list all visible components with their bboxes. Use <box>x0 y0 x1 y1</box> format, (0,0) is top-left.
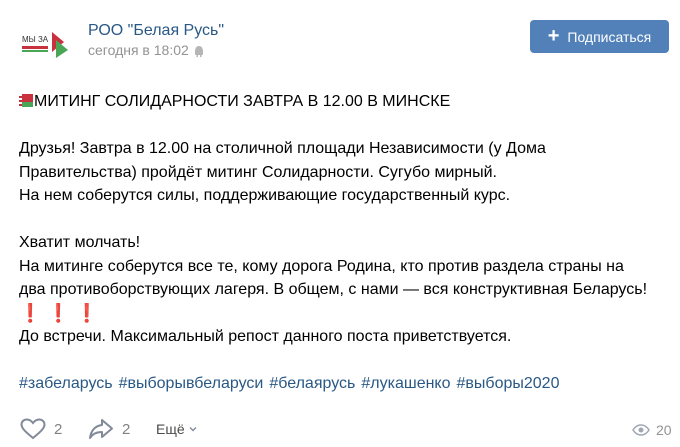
hashtag-link[interactable]: #выборы2020 <box>457 372 560 396</box>
android-icon <box>193 44 205 57</box>
plus-icon: + <box>547 24 560 47</box>
paragraph-line: На митинге соберутся все те, кому дорога… <box>19 257 624 275</box>
hashtag-link[interactable]: #лукашенко <box>361 372 450 396</box>
post-text: МИТИНГ СОЛИДАРНОСТИ ЗАВТРА В 12.00 В МИН… <box>19 90 674 396</box>
hashtag-link[interactable]: #белаярусь <box>269 372 355 396</box>
more-label: Ещё <box>156 421 185 437</box>
like-count: 2 <box>54 420 63 438</box>
post-footer: 2 2 Ещё 20 <box>0 410 680 447</box>
hashtag-link[interactable]: #выборывбеларуси <box>119 372 264 396</box>
share-arrow-icon <box>89 419 113 439</box>
post-time-text: сегодня в 18:02 <box>88 42 189 58</box>
closing-line: До встречи. Максимальный репост данного … <box>19 328 512 345</box>
post-title: МИТИНГ СОЛИДАРНОСТИ ЗАВТРА В 12.00 В МИН… <box>34 93 451 110</box>
paragraph-line: Друзья! Завтра в 12.00 на столичной площ… <box>19 140 546 157</box>
chevron-down-icon <box>189 427 197 432</box>
view-count: 20 <box>656 422 672 438</box>
paragraph-line: Хватит молчать! <box>19 234 141 251</box>
belarus-flag-icon <box>19 94 33 107</box>
like-button[interactable]: 2 <box>20 418 62 440</box>
post-header: МЫ ЗА РОО "Белая Русь" сегодня в 18:02 +… <box>0 0 680 80</box>
share-button[interactable]: 2 <box>88 418 130 440</box>
more-button[interactable]: Ещё <box>156 421 198 437</box>
hashtag-list: #забеларусь #выборывбеларуси #белаярусь … <box>19 372 674 396</box>
eye-icon <box>632 424 650 436</box>
share-count: 2 <box>122 420 131 438</box>
paragraph-line: два противоборствующих лагеря. В общем, … <box>19 281 648 298</box>
group-logo-icon: МЫ ЗА <box>20 26 70 60</box>
view-counter: 20 <box>632 422 672 438</box>
hashtag-link[interactable]: #забеларусь <box>19 372 113 396</box>
post-time[interactable]: сегодня в 18:02 <box>88 42 205 58</box>
subscribe-label: Подписаться <box>567 28 652 45</box>
group-avatar[interactable]: МЫ ЗА <box>20 26 70 60</box>
paragraph-line: На нем соберутся силы, поддерживающие го… <box>19 187 511 204</box>
heart-icon <box>20 418 46 440</box>
post-title-line: МИТИНГ СОЛИДАРНОСТИ ЗАВТРА В 12.00 В МИН… <box>19 90 674 114</box>
group-name-link[interactable]: РОО "Белая Русь" <box>88 22 224 40</box>
subscribe-button[interactable]: + Подписаться <box>530 20 669 53</box>
exclamation-emoji: ❗❗❗ <box>19 302 105 323</box>
paragraph-line: Правительства) пройдёт митинг Солидарнос… <box>19 163 497 181</box>
svg-text:МЫ ЗА: МЫ ЗА <box>22 35 49 44</box>
